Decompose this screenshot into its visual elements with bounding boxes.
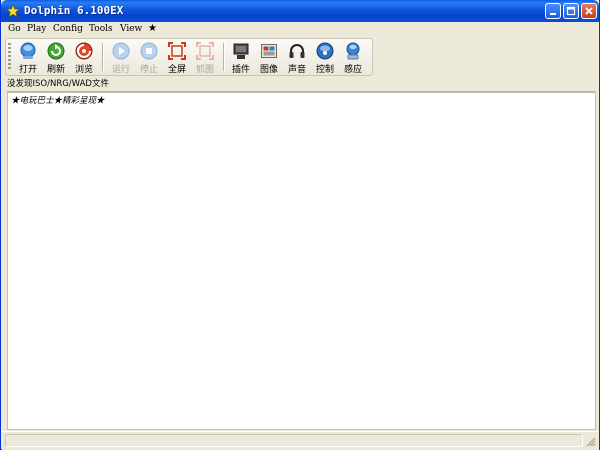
window-title: Dolphin 6.100EX xyxy=(24,4,124,17)
refresh-icon xyxy=(47,42,65,60)
sensor-label: 感应 xyxy=(343,65,362,75)
graphics-icon xyxy=(261,44,277,58)
open-icon xyxy=(20,42,36,59)
controller-icon xyxy=(316,42,334,60)
menu-go[interactable]: Go xyxy=(8,24,21,34)
status-message: 没发现ISO/NRG/WAD文件 xyxy=(7,78,595,92)
game-list-text: ★电玩巴士★精彩呈现★ xyxy=(11,96,105,106)
minimize-button[interactable] xyxy=(545,3,561,19)
resize-grip-icon[interactable] xyxy=(586,437,596,447)
maximize-icon xyxy=(566,6,576,16)
wiimote-icon xyxy=(346,42,360,60)
title-bar[interactable]: Dolphin 6.100EX xyxy=(1,0,599,22)
fullscreen-icon xyxy=(168,42,186,60)
menu-view[interactable]: View xyxy=(120,24,142,34)
game-list[interactable]: ★电玩巴士★精彩呈现★ xyxy=(7,92,596,430)
screenshot-label: 抓图 xyxy=(195,65,214,75)
browse-button[interactable]: 浏览 xyxy=(70,41,98,75)
menu-tools[interactable]: Tools xyxy=(89,24,113,34)
browse-icon xyxy=(75,42,93,60)
main-window: Dolphin 6.100EX Go Play Config Tools Vie… xyxy=(0,0,600,450)
browse-label: 浏览 xyxy=(74,65,93,75)
dolphin-star-icon xyxy=(6,4,20,18)
status-pane xyxy=(5,434,583,447)
play-icon xyxy=(112,42,130,60)
close-button[interactable] xyxy=(581,3,597,19)
toolbar: 打开 刷新 浏览 运行 停止 全屏 抓图 插件 图像 声音 控制 感应 xyxy=(5,38,373,76)
menu-play[interactable]: Play xyxy=(27,24,46,34)
screenshot-icon xyxy=(196,42,214,60)
screenshot-button[interactable]: 抓图 xyxy=(191,41,219,75)
maximize-button[interactable] xyxy=(563,3,579,19)
menu-config[interactable]: Config xyxy=(53,24,83,34)
close-icon xyxy=(585,7,593,15)
plugin-icon xyxy=(233,43,249,59)
stop-icon xyxy=(140,42,158,60)
minimize-icon xyxy=(550,13,556,15)
menu-star[interactable]: ★ xyxy=(148,23,157,34)
menu-bar: Go Play Config Tools View ★ xyxy=(2,22,599,38)
sensor-button[interactable]: 感应 xyxy=(339,41,367,75)
headphones-icon xyxy=(289,44,305,58)
status-bar xyxy=(2,431,599,450)
